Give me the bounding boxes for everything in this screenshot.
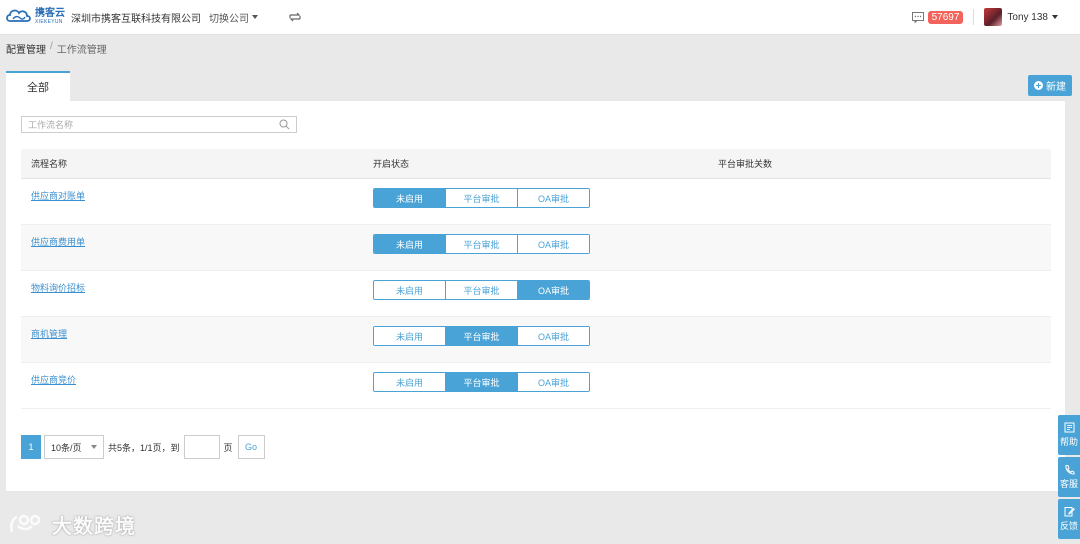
- status-option-platform-approval[interactable]: 平台审批: [446, 189, 518, 207]
- status-option-oa-approval[interactable]: OA审批: [518, 327, 589, 345]
- column-header-status: 开启状态: [373, 159, 410, 169]
- workflow-table: 流程名称 开启状态 平台审批关数 供应商对账单 未启用 平台审批 OA审批 供应商费用单…: [21, 149, 1051, 409]
- breadcrumb-root[interactable]: 配置管理: [6, 41, 46, 56]
- message-icon[interactable]: [911, 11, 924, 23]
- status-toggle-group: 未启用 平台审批 OA审批: [373, 188, 590, 208]
- search-icon[interactable]: [279, 119, 290, 130]
- page-jump-input[interactable]: [183, 435, 220, 459]
- swap-icon[interactable]: [288, 10, 302, 24]
- breadcrumb-current: 工作流管理: [56, 45, 107, 56]
- logo-subtitle: XIEKEYUN: [35, 19, 63, 25]
- workflow-panel: 全部 新建 流程名称 开启状态 平台审批关数 供应商对账单未启用平台审批OA审批…: [6, 71, 1072, 491]
- go-button[interactable]: Go: [237, 435, 265, 459]
- header-divider: [973, 9, 975, 25]
- table-header: 流程名称 开启状态 平台审批关数: [21, 149, 1051, 179]
- feedback-label: 反馈: [1059, 521, 1078, 531]
- status-toggle-group: 未启用 平台审批 OA审批: [373, 372, 590, 392]
- status-option-disabled[interactable]: 未启用: [374, 373, 446, 391]
- switch-company-label: 切换公司: [209, 13, 249, 25]
- page-button-current[interactable]: 1: [21, 435, 41, 459]
- status-option-oa-approval[interactable]: OA审批: [518, 235, 589, 253]
- breadcrumb-separator: /: [50, 41, 53, 52]
- page-size-select[interactable]: 10条/页: [44, 435, 104, 459]
- tab-strip: 全部 新建: [6, 71, 1072, 101]
- pagination: 1 10条/页 共5条，1/1页，到 页 Go: [21, 435, 265, 459]
- help-button[interactable]: 帮助: [1058, 415, 1080, 455]
- workflow-name-link[interactable]: 供应商竞价: [31, 373, 76, 386]
- watermark-text: 大数跨境: [52, 516, 136, 538]
- status-toggle-group: 未启用 平台审批 OA审批: [373, 326, 590, 346]
- table-body: 供应商对账单 未启用 平台审批 OA审批 供应商费用单 未启用 平台审批 OA审批 物料询价招标…: [21, 179, 1051, 409]
- message-count-badge[interactable]: 57697: [927, 10, 964, 24]
- page-info: 共5条，1/1页，到: [108, 442, 180, 453]
- status-option-oa-approval[interactable]: OA审批: [518, 281, 589, 299]
- phone-icon: [1064, 465, 1074, 475]
- table-row: 供应商费用单 未启用 平台审批 OA审批: [21, 225, 1051, 271]
- plus-circle-icon: [1034, 81, 1043, 90]
- watermark: 大数跨境: [8, 510, 136, 539]
- status-option-platform-approval[interactable]: 平台审批: [446, 281, 518, 299]
- status-option-disabled[interactable]: 未启用: [374, 189, 446, 207]
- search-box: [21, 116, 297, 133]
- workflow-name-link[interactable]: 商机管理: [31, 327, 67, 340]
- edit-icon: [1064, 507, 1075, 517]
- table-row: 物料询价招标 未启用 平台审批 OA审批: [21, 271, 1051, 317]
- new-button[interactable]: 新建: [1028, 75, 1072, 96]
- feedback-button[interactable]: 反馈: [1058, 499, 1080, 539]
- status-toggle-group: 未启用 平台审批 OA审批: [373, 280, 590, 300]
- chevron-down-icon: [91, 445, 97, 449]
- book-icon: [1064, 422, 1074, 433]
- status-option-disabled[interactable]: 未启用: [374, 281, 446, 299]
- page-unit-label: 页: [223, 442, 233, 453]
- breadcrumb: 配置管理 / 工作流管理: [6, 41, 107, 56]
- status-option-oa-approval[interactable]: OA审批: [518, 189, 589, 207]
- status-option-disabled[interactable]: 未启用: [374, 327, 446, 345]
- table-row: 供应商竞价 未启用 平台审批 OA审批: [21, 363, 1051, 409]
- workflow-name-link[interactable]: 物料询价招标: [31, 281, 85, 294]
- user-name-label: Tony 138: [1007, 11, 1048, 23]
- status-option-platform-approval[interactable]: 平台审批: [446, 235, 518, 253]
- status-option-platform-approval[interactable]: 平台审批: [446, 327, 518, 345]
- search-input[interactable]: [22, 117, 279, 132]
- workflow-name-link[interactable]: 供应商费用单: [31, 235, 85, 248]
- tab-all[interactable]: 全部: [6, 71, 70, 101]
- logo[interactable]: 携客云 XIEKEYUN: [6, 8, 65, 26]
- company-name: 深圳市携客互联科技有限公司: [71, 13, 201, 25]
- table-row: 供应商对账单 未启用 平台审批 OA审批: [21, 179, 1051, 225]
- column-header-name: 流程名称: [31, 159, 68, 169]
- workflow-name-link[interactable]: 供应商对账单: [31, 189, 85, 202]
- cloud-logo-icon: [6, 9, 31, 22]
- customer-service-button[interactable]: 客服: [1058, 457, 1080, 497]
- new-button-label: 新建: [1046, 82, 1066, 93]
- switch-company-dropdown[interactable]: 切换公司: [209, 10, 258, 25]
- status-option-platform-approval[interactable]: 平台审批: [446, 373, 518, 391]
- column-header-approval-count: 平台审批关数: [718, 159, 773, 169]
- side-float-toolbar: 帮助 客服 反馈: [1058, 415, 1080, 541]
- status-toggle-group: 未启用 平台审批 OA审批: [373, 234, 590, 254]
- watermark-logo-icon: [9, 514, 41, 532]
- help-label: 帮助: [1059, 437, 1078, 447]
- customer-service-label: 客服: [1059, 479, 1078, 489]
- chevron-down-icon: [1052, 15, 1058, 19]
- status-option-oa-approval[interactable]: OA审批: [518, 373, 589, 391]
- user-menu[interactable]: Tony 138: [1007, 12, 1058, 23]
- status-option-disabled[interactable]: 未启用: [374, 235, 446, 253]
- top-header: 携客云 XIEKEYUN 深圳市携客互联科技有限公司 切换公司 57697 To…: [0, 0, 1080, 35]
- page-size-label: 10条/页: [51, 442, 82, 453]
- logo-name: 携客云: [35, 8, 65, 19]
- table-row: 商机管理 未启用 平台审批 OA审批: [21, 317, 1051, 363]
- chevron-down-icon: [252, 15, 258, 19]
- avatar[interactable]: [984, 8, 1003, 26]
